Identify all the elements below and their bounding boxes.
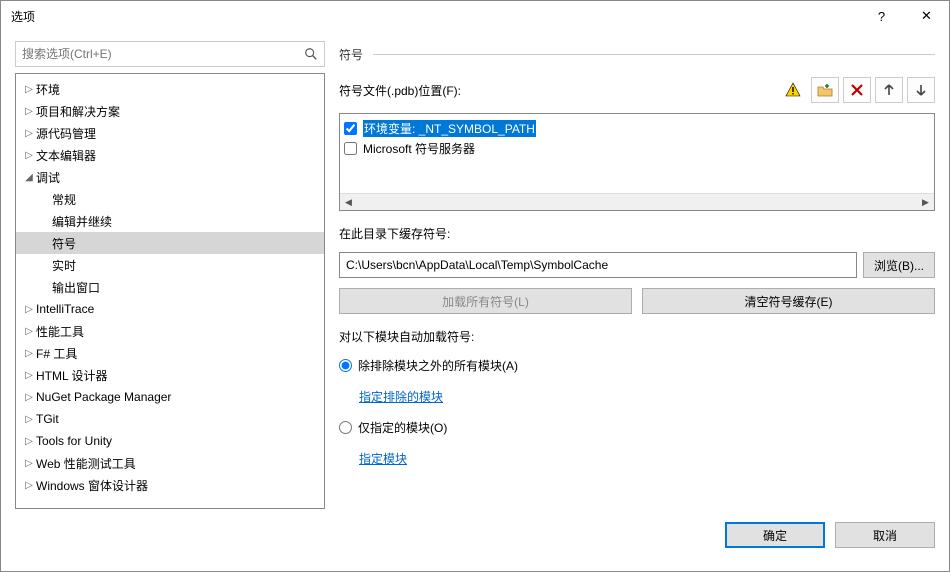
window-title: 选项 <box>11 8 859 25</box>
tree-item-label: HTML 设计器 <box>36 367 108 384</box>
expand-icon[interactable]: ▷ <box>22 370 36 381</box>
horizontal-scrollbar[interactable]: ◀ ▶ <box>340 193 934 210</box>
radio-all-except-excluded[interactable]: 除排除模块之外的所有模块(A) <box>339 355 935 376</box>
search-icon[interactable] <box>298 47 324 61</box>
options-tree[interactable]: ▷环境▷项目和解决方案▷源代码管理▷文本编辑器◢调试常规编辑并继续符号实时输出窗… <box>15 73 325 509</box>
tree-item[interactable]: ▷Tools for Unity <box>16 430 324 452</box>
list-item-text: Microsoft 符号服务器 <box>363 140 475 157</box>
tree-item-label: Web 性能测试工具 <box>36 455 136 472</box>
move-down-button[interactable] <box>907 77 935 103</box>
tree-item[interactable]: ▷F# 工具 <box>16 342 324 364</box>
tree-item-label: TGit <box>36 412 59 426</box>
expand-icon[interactable]: ▷ <box>22 106 36 117</box>
tree-item[interactable]: ▷性能工具 <box>16 320 324 342</box>
expand-icon[interactable]: ▷ <box>22 436 36 447</box>
expand-icon[interactable]: ◢ <box>22 172 36 183</box>
tree-item-label: 符号 <box>52 235 76 252</box>
scroll-track[interactable] <box>357 194 917 210</box>
symbol-locations-list[interactable]: 环境变量: _NT_SYMBOL_PATH Microsoft 符号服务器 ◀ ▶ <box>339 113 935 211</box>
tree-item[interactable]: 符号 <box>16 232 324 254</box>
expand-icon[interactable]: ▷ <box>22 480 36 491</box>
tree-item[interactable]: 编辑并继续 <box>16 210 324 232</box>
panel-header: 符号 <box>339 46 363 63</box>
browse-button[interactable]: 浏览(B)... <box>863 252 935 278</box>
locations-label: 符号文件(.pdb)位置(F): <box>339 82 767 99</box>
list-item-text: 环境变量: _NT_SYMBOL_PATH <box>363 120 536 137</box>
ok-button[interactable]: 确定 <box>725 522 825 548</box>
tree-item[interactable]: ▷环境 <box>16 78 324 100</box>
tree-item[interactable]: ▷IntelliTrace <box>16 298 324 320</box>
tree-item-label: 源代码管理 <box>36 125 96 142</box>
load-all-symbols-button[interactable]: 加载所有符号(L) <box>339 288 632 314</box>
tree-item[interactable]: 常规 <box>16 188 324 210</box>
list-item[interactable]: 环境变量: _NT_SYMBOL_PATH <box>344 118 930 138</box>
expand-icon[interactable]: ▷ <box>22 414 36 425</box>
expand-icon[interactable]: ▷ <box>22 84 36 95</box>
tree-item-label: 环境 <box>36 81 60 98</box>
tree-item[interactable]: ◢调试 <box>16 166 324 188</box>
search-input[interactable] <box>16 42 298 66</box>
search-input-wrap <box>15 41 325 67</box>
tree-item[interactable]: ▷项目和解决方案 <box>16 100 324 122</box>
expand-icon[interactable]: ▷ <box>22 304 36 315</box>
expand-icon[interactable]: ▷ <box>22 150 36 161</box>
list-item-checkbox[interactable] <box>344 122 357 135</box>
tree-item-label: 项目和解决方案 <box>36 103 120 120</box>
help-button[interactable]: ? <box>859 1 904 31</box>
radio-all-label: 除排除模块之外的所有模块(A) <box>358 357 518 374</box>
expand-icon[interactable]: ▷ <box>22 348 36 359</box>
tree-item-label: 输出窗口 <box>52 279 100 296</box>
divider <box>373 54 935 55</box>
radio-only-input[interactable] <box>339 421 352 434</box>
add-folder-button[interactable] <box>811 77 839 103</box>
expand-icon[interactable]: ▷ <box>22 458 36 469</box>
radio-only-specified[interactable]: 仅指定的模块(O) <box>339 417 935 438</box>
tree-item[interactable]: 实时 <box>16 254 324 276</box>
expand-icon[interactable]: ▷ <box>22 392 36 403</box>
tree-item-label: NuGet Package Manager <box>36 390 171 404</box>
radio-only-label: 仅指定的模块(O) <box>358 419 447 436</box>
tree-item[interactable]: ▷Windows 窗体设计器 <box>16 474 324 496</box>
list-item-checkbox[interactable] <box>344 142 357 155</box>
cache-path-input[interactable] <box>339 252 857 278</box>
tree-item-label: IntelliTrace <box>36 302 94 316</box>
scroll-left-icon[interactable]: ◀ <box>340 194 357 210</box>
tree-item-label: Windows 窗体设计器 <box>36 477 148 494</box>
scroll-right-icon[interactable]: ▶ <box>917 194 934 210</box>
tree-item-label: 性能工具 <box>36 323 84 340</box>
warning-icon[interactable] <box>779 77 807 103</box>
list-item[interactable]: Microsoft 符号服务器 <box>344 138 930 158</box>
tree-item[interactable]: ▷NuGet Package Manager <box>16 386 324 408</box>
tree-item-label: 调试 <box>36 169 60 186</box>
radio-all-input[interactable] <box>339 359 352 372</box>
cache-label: 在此目录下缓存符号: <box>339 225 935 242</box>
expand-icon[interactable]: ▷ <box>22 326 36 337</box>
tree-item[interactable]: ▷文本编辑器 <box>16 144 324 166</box>
close-button[interactable]: ✕ <box>904 1 949 31</box>
tree-item-label: 编辑并继续 <box>52 213 112 230</box>
expand-icon[interactable]: ▷ <box>22 128 36 139</box>
empty-cache-button[interactable]: 清空符号缓存(E) <box>642 288 935 314</box>
tree-item[interactable]: 输出窗口 <box>16 276 324 298</box>
move-up-button[interactable] <box>875 77 903 103</box>
tree-item[interactable]: ▷HTML 设计器 <box>16 364 324 386</box>
tree-item[interactable]: ▷Web 性能测试工具 <box>16 452 324 474</box>
specify-modules-link[interactable]: 指定模块 <box>359 448 935 469</box>
tree-item[interactable]: ▷源代码管理 <box>16 122 324 144</box>
delete-button[interactable] <box>843 77 871 103</box>
cancel-button[interactable]: 取消 <box>835 522 935 548</box>
tree-item-label: 文本编辑器 <box>36 147 96 164</box>
tree-item-label: F# 工具 <box>36 345 77 362</box>
tree-item-label: 常规 <box>52 191 76 208</box>
specify-excluded-link[interactable]: 指定排除的模块 <box>359 386 935 407</box>
tree-item-label: Tools for Unity <box>36 434 112 448</box>
tree-item-label: 实时 <box>52 257 76 274</box>
tree-item[interactable]: ▷TGit <box>16 408 324 430</box>
auto-load-label: 对以下模块自动加载符号: <box>339 328 935 345</box>
